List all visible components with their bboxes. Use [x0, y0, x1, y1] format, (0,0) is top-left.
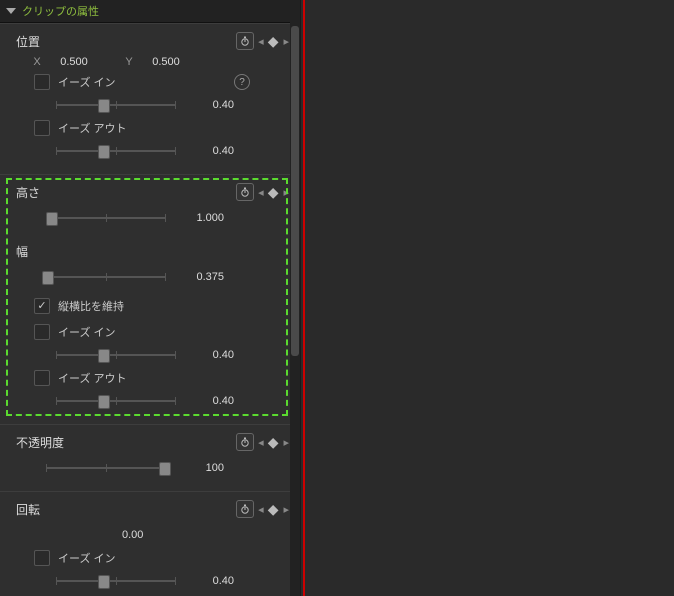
rotation-ease-in-label: イーズ イン: [58, 550, 116, 566]
rotation-value[interactable]: 0.00: [122, 529, 143, 541]
opacity-value[interactable]: 100: [184, 462, 224, 474]
scale-ease-in-checkbox[interactable]: [34, 324, 50, 340]
section-position: 位置 ◂ ◆ ▸ X 0.500 Y 0.500 イーズ イン ?: [0, 23, 300, 174]
aspect-checkbox[interactable]: [34, 298, 50, 314]
ease-out-label: イーズ アウト: [58, 120, 127, 136]
stopwatch-button[interactable]: [236, 32, 254, 50]
add-keyframe-icon[interactable]: ◆: [267, 185, 280, 199]
properties-panel: クリップの属性 位置 ◂ ◆ ▸ X 0.500 Y 0.500: [0, 0, 301, 596]
scale-ease-in-label: イーズ イン: [58, 324, 116, 340]
vertical-scrollbar[interactable]: [290, 22, 300, 596]
panel-header[interactable]: クリップの属性: [0, 0, 300, 23]
rotation-ease-in-value[interactable]: 0.40: [194, 575, 234, 587]
scale-ease-out-slider[interactable]: [56, 394, 176, 408]
section-title-width: 幅: [16, 243, 290, 260]
add-keyframe-icon[interactable]: ◆: [267, 34, 280, 48]
width-slider[interactable]: [46, 270, 166, 284]
prev-keyframe-icon[interactable]: ◂: [256, 35, 265, 48]
opacity-slider[interactable]: [46, 461, 166, 475]
ease-out-slider[interactable]: [56, 144, 176, 158]
stopwatch-button[interactable]: [236, 500, 254, 518]
next-keyframe-icon[interactable]: ▸: [281, 503, 290, 516]
x-value[interactable]: 0.500: [44, 56, 104, 68]
prev-keyframe-icon[interactable]: ◂: [256, 503, 265, 516]
x-label: X: [30, 56, 44, 68]
height-slider[interactable]: [46, 211, 166, 225]
collapse-triangle-icon[interactable]: [6, 8, 16, 14]
ease-out-checkbox[interactable]: [34, 120, 50, 136]
section-rotation: 回転 ◂ ◆ ▸ 0.00 イーズ イン 0.40: [0, 491, 300, 596]
section-title-height: 高さ: [16, 184, 236, 201]
scale-ease-in-slider[interactable]: [56, 348, 176, 362]
y-value[interactable]: 0.500: [136, 56, 196, 68]
ease-in-label: イーズ イン: [58, 74, 116, 90]
section-title-opacity: 不透明度: [16, 434, 236, 451]
help-icon[interactable]: ?: [234, 74, 250, 90]
prev-keyframe-icon[interactable]: ◂: [256, 436, 265, 449]
section-width: 幅 0.375 縦横比を維持 イーズ イン: [0, 241, 300, 424]
timeline-area[interactable]: [301, 0, 674, 596]
ease-in-value[interactable]: 0.40: [194, 99, 234, 111]
ease-in-checkbox[interactable]: [34, 74, 50, 90]
next-keyframe-icon[interactable]: ▸: [281, 436, 290, 449]
aspect-label: 縦横比を維持: [58, 298, 124, 314]
height-value[interactable]: 1.000: [184, 212, 224, 224]
scrollbar-thumb[interactable]: [291, 26, 299, 356]
prev-keyframe-icon[interactable]: ◂: [256, 186, 265, 199]
scale-ease-out-label: イーズ アウト: [58, 370, 127, 386]
add-keyframe-icon[interactable]: ◆: [267, 502, 280, 516]
width-value[interactable]: 0.375: [184, 271, 224, 283]
panel-title: クリップの属性: [22, 3, 99, 19]
y-label: Y: [122, 56, 136, 68]
scale-ease-in-value[interactable]: 0.40: [194, 349, 234, 361]
rotation-ease-in-slider[interactable]: [56, 574, 176, 588]
next-keyframe-icon[interactable]: ▸: [281, 186, 290, 199]
section-title-position: 位置: [16, 33, 236, 50]
next-keyframe-icon[interactable]: ▸: [281, 35, 290, 48]
scale-ease-out-value[interactable]: 0.40: [194, 395, 234, 407]
add-keyframe-icon[interactable]: ◆: [267, 435, 280, 449]
rotation-ease-in-checkbox[interactable]: [34, 550, 50, 566]
ease-out-value[interactable]: 0.40: [194, 145, 234, 157]
section-height: 高さ ◂ ◆ ▸ 1.000: [0, 174, 300, 241]
section-title-rotation: 回転: [16, 501, 236, 518]
scale-ease-out-checkbox[interactable]: [34, 370, 50, 386]
stopwatch-button[interactable]: [236, 183, 254, 201]
ease-in-slider[interactable]: [56, 98, 176, 112]
stopwatch-button[interactable]: [236, 433, 254, 451]
section-opacity: 不透明度 ◂ ◆ ▸ 100: [0, 424, 300, 491]
